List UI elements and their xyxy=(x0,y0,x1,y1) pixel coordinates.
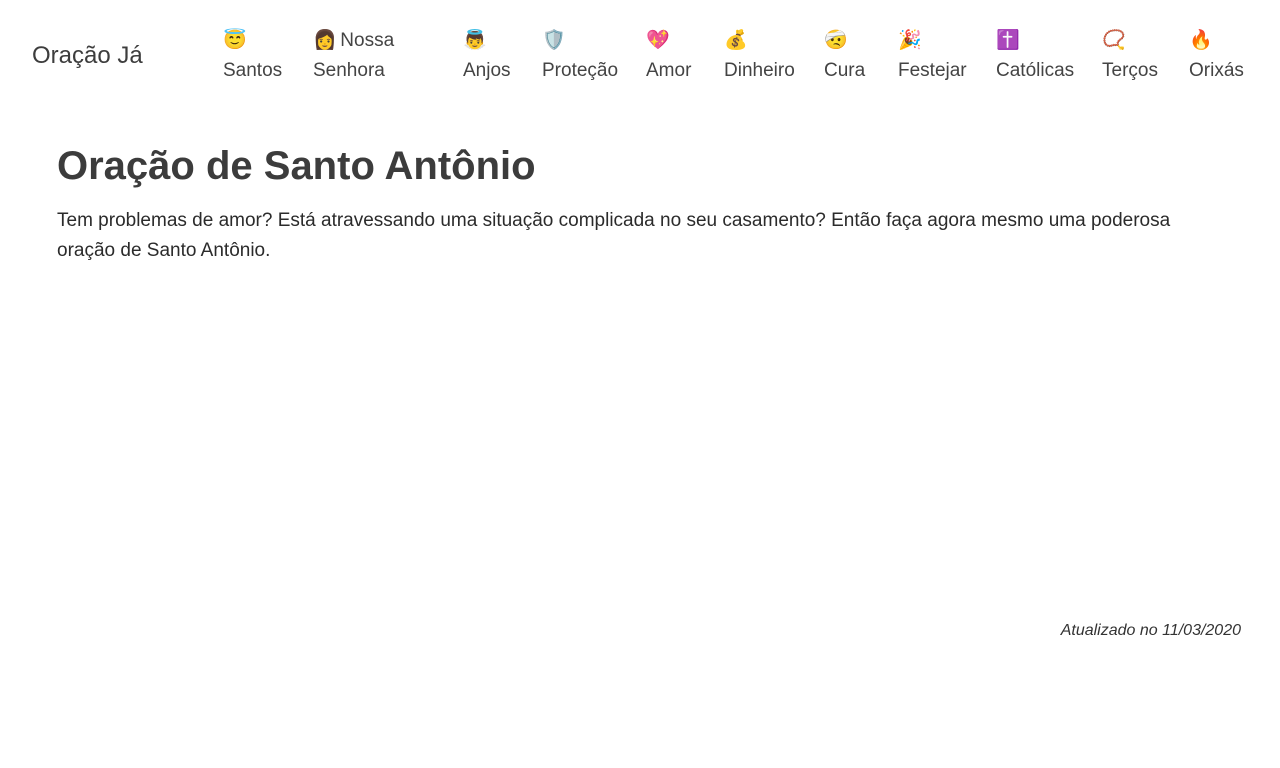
nav-item-label: Orixás xyxy=(1189,60,1244,81)
money-bag-icon: 💰 xyxy=(724,29,748,51)
nav-item-label: Amor xyxy=(646,60,692,81)
shield-icon: 🛡️ xyxy=(542,29,566,51)
intro-paragraph: Tem problemas de amor? Está atravessando… xyxy=(57,210,1171,261)
sparkling-heart-icon: 💖 xyxy=(646,29,670,51)
nav-item-orixas[interactable]: 🔥 Orixás xyxy=(1189,26,1244,86)
nav-item-label-line2: Senhora xyxy=(313,60,385,81)
last-updated-text: Atualizado no 11/03/2020 xyxy=(1060,622,1241,639)
page-title: Oração de Santo Antônio xyxy=(57,144,536,188)
nav-item-label: Dinheiro xyxy=(724,60,795,81)
face-with-head-bandage-icon: 🤕 xyxy=(824,29,848,51)
top-navbar: Oração Já 😇 Santos 👩 Nossa Senhora 👼 Anj… xyxy=(0,0,1280,110)
nav-item-festejar[interactable]: 🎉 Festejar xyxy=(898,26,967,86)
prayer-beads-icon: 📿 xyxy=(1102,29,1126,51)
nav-item-santos[interactable]: 😇 Santos xyxy=(223,26,282,86)
party-popper-icon: 🎉 xyxy=(898,29,922,51)
fire-icon: 🔥 xyxy=(1189,29,1213,51)
nav-item-anjos[interactable]: 👼 Anjos xyxy=(463,26,511,86)
woman-icon: 👩 xyxy=(313,29,337,51)
nav-item-protecao[interactable]: 🛡️ Proteção xyxy=(542,26,618,86)
nav-item-dinheiro[interactable]: 💰 Dinheiro xyxy=(724,26,795,86)
main-content: Oração de Santo Antônio Tem problemas de… xyxy=(57,140,1237,266)
nav-item-label: Festejar xyxy=(898,60,967,81)
nav-item-tercos[interactable]: 📿 Terços xyxy=(1102,26,1158,86)
nav-item-nossa-senhora[interactable]: 👩 Nossa Senhora xyxy=(313,26,394,86)
nav-item-catolicas[interactable]: ✝️ Católicas xyxy=(996,26,1074,86)
nav-item-label: Terços xyxy=(1102,60,1158,81)
site-brand-link[interactable]: Oração Já xyxy=(32,42,143,70)
nav-item-label: Católicas xyxy=(996,60,1075,81)
nav-item-label: Santos xyxy=(223,60,283,81)
nav-item-label: Proteção xyxy=(542,60,619,81)
nav-item-label: Cura xyxy=(824,60,866,81)
baby-angel-icon: 👼 xyxy=(463,29,487,51)
smiling-face-with-halo-icon: 😇 xyxy=(223,29,247,51)
nav-item-label: Nossa xyxy=(340,30,395,51)
nav-item-amor[interactable]: 💖 Amor xyxy=(646,26,691,86)
latin-cross-icon: ✝️ xyxy=(996,29,1020,51)
nav-item-label: Anjos xyxy=(463,60,511,81)
nav-item-cura[interactable]: 🤕 Cura xyxy=(824,26,865,86)
